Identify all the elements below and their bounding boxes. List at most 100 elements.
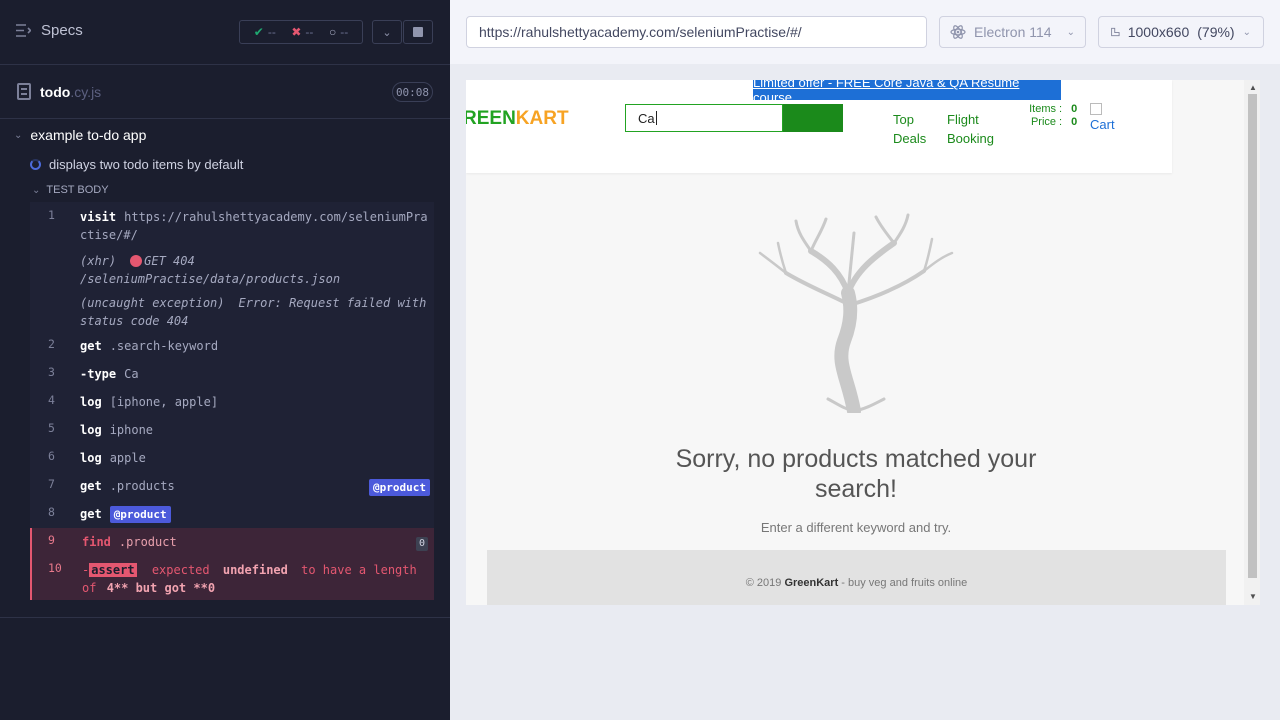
element-count-badge: 0 xyxy=(415,537,428,551)
command-row[interactable]: 2 get .search-keyword xyxy=(30,332,434,360)
command-row-failed[interactable]: 9 find .product 0 xyxy=(30,528,434,556)
command-log: 1 visit https://rahulshettyacademy.com/se… xyxy=(30,202,434,600)
top-deals-link[interactable]: Top Deals xyxy=(893,110,926,148)
pending-stat: ○ -- xyxy=(328,25,349,39)
text-cursor xyxy=(655,111,657,125)
command-row[interactable]: 1 visit https://rahulshettyacademy.com/se… xyxy=(30,202,434,244)
command-method: get xyxy=(80,339,102,353)
assert-message-tail: 4** but got **0 xyxy=(106,581,216,595)
stop-icon xyxy=(413,27,423,37)
spec-file-name[interactable]: todo.cy.js xyxy=(40,84,101,100)
command-method: log xyxy=(80,395,102,409)
no-results-hint: Enter a different keyword and try. xyxy=(760,520,952,535)
command-method: visit xyxy=(80,210,117,224)
url-bar[interactable]: https://rahulshettyacademy.com/seleniumP… xyxy=(466,16,927,48)
command-row[interactable]: 5 log iphone xyxy=(30,416,434,444)
specs-toggle[interactable]: Specs xyxy=(16,22,83,39)
search-button[interactable] xyxy=(783,104,843,132)
command-message: https://rahulshettyacademy.com/seleniumP… xyxy=(80,210,428,242)
stop-button[interactable] xyxy=(403,20,433,44)
divider xyxy=(0,617,450,618)
command-message: Ca xyxy=(124,367,139,381)
command-number: 9 xyxy=(48,533,55,547)
command-method: (xhr) xyxy=(80,254,117,268)
command-number: 4 xyxy=(48,393,55,407)
passed-stat: ✔ -- xyxy=(253,25,276,39)
command-number xyxy=(30,252,80,290)
promo-banner-link[interactable]: Limited offer - FREE Core Java & QA Resu… xyxy=(753,80,1061,105)
check-icon: ✔ xyxy=(253,25,264,39)
command-row[interactable]: 8 get @product xyxy=(30,500,434,528)
test-stats: ✔ -- ✖ -- ○ -- xyxy=(239,20,363,44)
command-message: apple xyxy=(109,451,146,465)
test-body-label: TEST BODY xyxy=(46,184,109,196)
specs-list-icon xyxy=(16,24,31,37)
alias-badge[interactable]: @product xyxy=(369,479,430,496)
suite-title: example to-do app xyxy=(30,127,147,143)
collapse-button[interactable]: ⌄ xyxy=(372,20,402,44)
chevron-down-icon: ⌄ xyxy=(1066,26,1075,38)
electron-icon xyxy=(950,25,966,39)
command-method: log xyxy=(80,451,102,465)
broken-image-icon xyxy=(1090,103,1102,115)
cart-items-count: 0 xyxy=(1071,103,1078,115)
flight-booking-link[interactable]: Flight Booking xyxy=(947,110,994,148)
cart-price: 0 xyxy=(1071,116,1078,128)
command-method: (uncaught exception) xyxy=(80,296,225,310)
command-number: 5 xyxy=(48,421,55,435)
command-message: .search-keyword xyxy=(109,339,219,353)
spec-file-header: todo.cy.js 00:08 xyxy=(0,65,450,119)
command-message: .products xyxy=(109,479,175,493)
alias-badge[interactable]: @product xyxy=(109,506,171,523)
command-row[interactable]: 7 get .products @product xyxy=(30,472,434,500)
command-method: get xyxy=(80,479,102,493)
command-row[interactable]: 3 -type Ca xyxy=(30,360,434,388)
command-number: 6 xyxy=(48,449,55,463)
command-number: 10 xyxy=(48,561,62,575)
aut-iframe: Limited offer - FREE Core Java & QA Resu… xyxy=(466,80,1260,605)
footer-text: © 2019 GreenKart - buy veg and fruits on… xyxy=(745,577,968,589)
command-number: 3 xyxy=(48,365,55,379)
x-icon: ✖ xyxy=(291,25,302,39)
duration-timer: 00:08 xyxy=(392,82,433,102)
viewport-selector[interactable]: 1000x660 (79%) ⌄ xyxy=(1098,16,1264,48)
command-row[interactable]: 4 log [iphone, apple] xyxy=(30,388,434,416)
scrollbar-thumb[interactable] xyxy=(1248,94,1257,578)
test-title: displays two todo items by default xyxy=(49,156,244,172)
expected-word: expected xyxy=(151,563,210,577)
cart-link[interactable]: Cart xyxy=(1090,103,1115,132)
greenkart-logo: REENKART xyxy=(466,108,569,129)
command-row-failed[interactable]: 10 - assert expected undefined to have a … xyxy=(30,556,434,600)
command-number: 7 xyxy=(48,477,55,491)
cart-info: Items : 0 Price : 0 xyxy=(1029,103,1078,128)
running-spinner-icon xyxy=(30,158,41,170)
chevron-down-icon: ⌄ xyxy=(32,184,41,196)
empty-tree-illustration xyxy=(758,213,954,413)
specs-toolbar: Specs ✔ -- ✖ -- ○ -- ⌄ xyxy=(0,0,450,65)
browser-name: Electron 114 xyxy=(974,24,1052,40)
suite-row[interactable]: ⌄ example to-do app xyxy=(0,120,450,150)
command-number: 1 xyxy=(48,208,55,222)
undefined-word: undefined xyxy=(222,563,288,577)
command-method: -type xyxy=(80,367,117,381)
test-row[interactable]: displays two todo items by default xyxy=(28,150,448,178)
chevron-down-icon: ⌄ xyxy=(1242,26,1251,38)
command-row[interactable]: (uncaught exception) Error: Request faile… xyxy=(30,290,434,332)
browser-selector[interactable]: Electron 114 ⌄ xyxy=(939,16,1086,48)
test-body-header[interactable]: ⌄ TEST BODY xyxy=(30,178,434,202)
viewport-scale: (79%) xyxy=(1197,24,1235,40)
command-method: find xyxy=(82,535,111,549)
greenkart-footer: © 2019 GreenKart - buy veg and fruits on… xyxy=(487,550,1226,605)
document-icon[interactable] xyxy=(17,83,31,100)
iframe-scrollbar[interactable]: ▲ ▼ xyxy=(1244,80,1260,605)
scroll-up-arrow-icon[interactable]: ▲ xyxy=(1249,83,1257,92)
pending-circle-icon: ○ xyxy=(328,25,337,39)
chevron-down-icon: ⌄ xyxy=(382,26,392,39)
chevron-down-icon: ⌄ xyxy=(14,129,23,141)
command-message: .product xyxy=(118,535,177,549)
command-row[interactable]: (xhr) GET 404 /seleniumPractise/data/prod… xyxy=(30,244,434,290)
search-keyword-input[interactable]: Ca xyxy=(625,104,783,132)
scroll-down-arrow-icon[interactable]: ▼ xyxy=(1249,592,1257,601)
command-row[interactable]: 6 log apple xyxy=(30,444,434,472)
command-message: [iphone, apple] xyxy=(109,395,219,409)
